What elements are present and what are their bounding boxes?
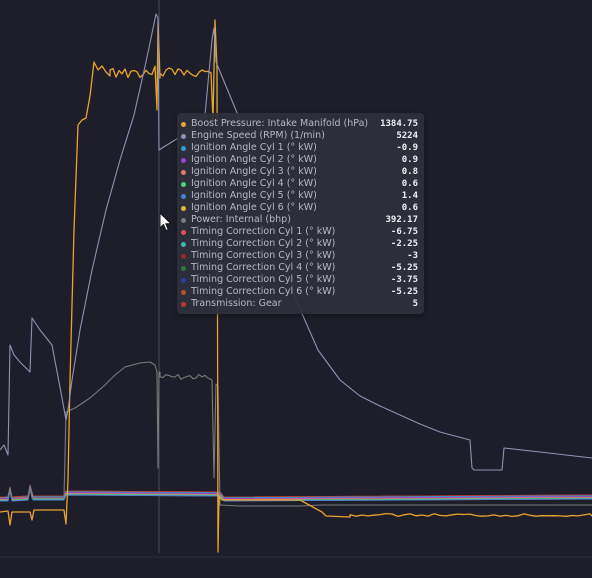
series-label: Timing Correction Cyl 4 (° kW)	[191, 262, 336, 273]
tooltip-row: Ignition Angle Cyl 6 (° kW) 0.6	[181, 202, 418, 214]
series-color-dot	[181, 145, 186, 151]
hover-tooltip: Boost Pressure: Intake Manifold (hPa) 138…	[177, 113, 424, 314]
series-value: -5.25	[390, 263, 418, 273]
series-label: Ignition Angle Cyl 3 (° kW)	[191, 166, 317, 177]
series-label: Timing Correction Cyl 6 (° kW)	[191, 286, 336, 297]
series-value: 0.9	[401, 155, 418, 165]
series-label: Power: Internal (bhp)	[191, 214, 291, 225]
series-value: -3	[407, 251, 418, 261]
series-label: Ignition Angle Cyl 2 (° kW)	[191, 154, 317, 165]
series-value: 5	[412, 299, 418, 309]
series-value: -6.75	[390, 227, 418, 237]
series-line-power-internal	[0, 361, 592, 507]
series-label: Ignition Angle Cyl 6 (° kW)	[191, 202, 317, 213]
series-value: -0.9	[396, 143, 418, 153]
tooltip-row: Timing Correction Cyl 4 (° kW) -5.25	[181, 262, 418, 274]
series-label: Ignition Angle Cyl 5 (° kW)	[191, 190, 317, 201]
series-label: Timing Correction Cyl 3 (° kW)	[191, 250, 336, 261]
series-color-dot	[181, 205, 186, 211]
series-color-dot	[181, 217, 186, 223]
series-value: 392.17	[385, 215, 418, 225]
tooltip-row: Transmission: Gear 5	[181, 298, 418, 310]
series-value: 1.4	[401, 191, 418, 201]
tooltip-row: Boost Pressure: Intake Manifold (hPa) 138…	[181, 118, 418, 130]
series-color-dot	[181, 181, 186, 187]
tooltip-row: Timing Correction Cyl 5 (° kW) -3.75	[181, 274, 418, 286]
series-label: Engine Speed (RPM) (1/min)	[191, 130, 325, 141]
series-color-dot	[181, 229, 186, 235]
series-color-dot	[181, 289, 186, 295]
tooltip-row: Engine Speed (RPM) (1/min) 5224	[181, 130, 418, 142]
series-color-dot	[181, 277, 186, 283]
mouse-pointer-icon	[159, 212, 173, 232]
series-value: 0.6	[401, 179, 418, 189]
series-value: 1384.75	[380, 119, 418, 129]
tooltip-row: Power: Internal (bhp) 392.17	[181, 214, 418, 226]
series-value: -3.75	[390, 275, 418, 285]
series-label: Timing Correction Cyl 5 (° kW)	[191, 274, 336, 285]
tooltip-row: Timing Correction Cyl 6 (° kW) -5.25	[181, 286, 418, 298]
series-color-dot	[181, 265, 186, 271]
series-color-dot	[181, 133, 186, 139]
series-color-dot	[181, 241, 186, 247]
series-value: -2.25	[390, 239, 418, 249]
series-line	[0, 485, 592, 499]
series-color-dot	[181, 193, 186, 199]
tooltip-row: Timing Correction Cyl 2 (° kW) -2.25	[181, 238, 418, 250]
tooltip-row: Timing Correction Cyl 3 (° kW) -3	[181, 250, 418, 262]
series-color-dot	[181, 301, 186, 307]
tooltip-row: Ignition Angle Cyl 4 (° kW) 0.6	[181, 178, 418, 190]
tooltip-row: Ignition Angle Cyl 5 (° kW) 1.4	[181, 190, 418, 202]
series-value: 0.6	[401, 203, 418, 213]
series-color-dot	[181, 253, 186, 259]
series-label: Boost Pressure: Intake Manifold (hPa)	[191, 118, 369, 129]
tooltip-row: Ignition Angle Cyl 2 (° kW) 0.9	[181, 154, 418, 166]
series-color-dot	[181, 121, 186, 127]
tooltip-row: Ignition Angle Cyl 3 (° kW) 0.8	[181, 166, 418, 178]
series-label: Transmission: Gear	[191, 298, 282, 309]
tooltip-row: Timing Correction Cyl 1 (° kW) -6.75	[181, 226, 418, 238]
series-value: 5224	[396, 131, 418, 141]
series-value: 0.8	[401, 167, 418, 177]
series-color-dot	[181, 169, 186, 175]
series-color-dot	[181, 157, 186, 163]
tooltip-row: Ignition Angle Cyl 1 (° kW) -0.9	[181, 142, 418, 154]
series-label: Timing Correction Cyl 2 (° kW)	[191, 238, 336, 249]
series-label: Ignition Angle Cyl 1 (° kW)	[191, 142, 317, 153]
series-label: Ignition Angle Cyl 4 (° kW)	[191, 178, 317, 189]
series-value: -5.25	[390, 287, 418, 297]
series-label: Timing Correction Cyl 1 (° kW)	[191, 226, 336, 237]
